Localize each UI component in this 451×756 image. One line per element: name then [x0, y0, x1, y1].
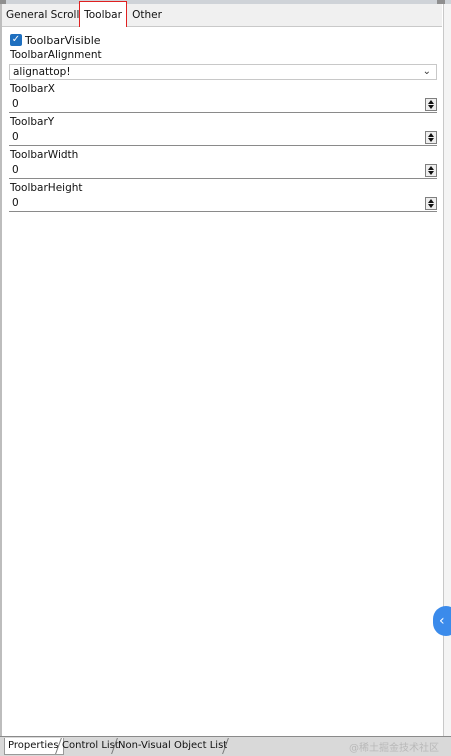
toolbar-x-value: 0 — [12, 98, 19, 110]
toolbar-y-field[interactable]: 0 — [9, 130, 437, 146]
spin-arrows-icon[interactable] — [425, 197, 437, 210]
property-tabstrip: General Scroll Toolbar Other — [2, 1, 442, 27]
toolbar-visible-row[interactable]: ✓ ToolbarVisible — [10, 33, 101, 47]
chevron-down-icon[interactable]: ⌄ — [423, 65, 431, 79]
left-border — [0, 4, 2, 736]
toolbar-alignment-value: alignattop! — [13, 66, 71, 78]
toolbar-height-label: ToolbarHeight — [10, 182, 83, 194]
toolbar-visible-checkbox[interactable]: ✓ — [10, 34, 22, 46]
tab-non-visual-object-list-label: Non-Visual Object List — [118, 740, 228, 751]
toolbar-x-field[interactable]: 0 — [9, 97, 437, 113]
watermark-text: @稀土掘金技术社区 — [349, 743, 439, 754]
checkmark-icon: ✓ — [11, 34, 21, 45]
toolbar-width-label: ToolbarWidth — [10, 149, 79, 161]
toolbar-visible-label: ToolbarVisible — [25, 33, 101, 47]
tab-general[interactable]: General — [6, 4, 47, 26]
toolbar-width-field[interactable]: 0 — [9, 163, 437, 179]
toolbar-x-label: ToolbarX — [10, 83, 56, 95]
tab-toolbar[interactable]: Toolbar — [79, 1, 127, 27]
toolbar-y-value: 0 — [12, 131, 19, 143]
toolbar-y-label: ToolbarY — [10, 116, 55, 128]
toolbar-height-field[interactable]: 0 — [9, 196, 437, 212]
spin-arrows-icon[interactable] — [425, 98, 437, 111]
toolbar-alignment-label: ToolbarAlignment — [10, 49, 102, 61]
chevron-left-icon[interactable]: ‹ — [433, 606, 451, 636]
toolbar-alignment-select[interactable]: alignattop! ⌄ — [9, 64, 437, 80]
tab-scroll[interactable]: Scroll — [50, 4, 80, 26]
toolbar-width-value: 0 — [12, 164, 19, 176]
spin-arrows-icon[interactable] — [425, 164, 437, 177]
toolbar-height-value: 0 — [12, 197, 19, 209]
tab-other[interactable]: Other — [130, 4, 164, 26]
tab-non-visual-object-list[interactable]: Non-Visual Object List — [111, 738, 229, 754]
spin-arrows-icon[interactable] — [425, 131, 437, 144]
tab-control-list-label: Control List — [62, 740, 119, 751]
